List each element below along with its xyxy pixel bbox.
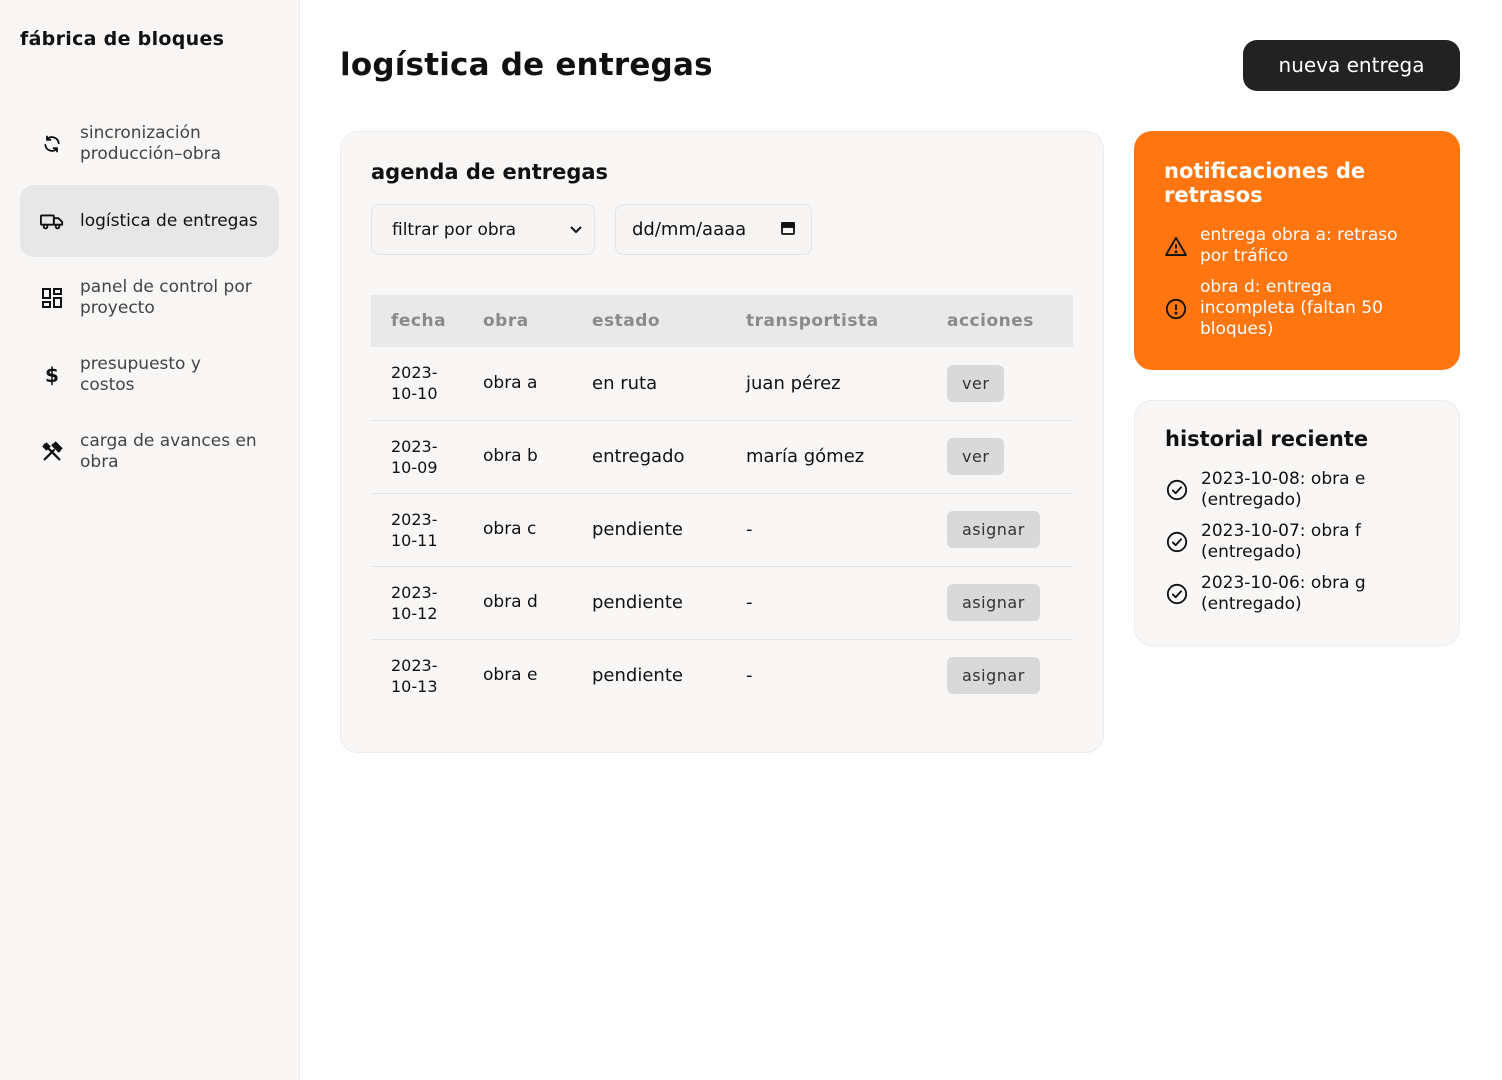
filter-obra-value: filtrar por obra (392, 219, 517, 240)
cell-fecha: 2023-10-11 (371, 493, 477, 567)
delay-notifications-card: notificaciones de retrasos entrega obra … (1134, 131, 1460, 370)
chevron-down-icon (570, 222, 582, 238)
col-acciones: acciones (947, 311, 1034, 331)
sync-icon (40, 132, 64, 156)
cell-transportista: - (746, 665, 753, 687)
history-item: 2023-10-08: obra e (entregado) (1165, 469, 1429, 511)
cell-acciones: asignar (927, 493, 1073, 567)
new-delivery-button[interactable]: nueva entrega (1243, 39, 1460, 91)
assign-button[interactable]: asignar (947, 657, 1040, 695)
assign-button[interactable]: asignar (947, 511, 1040, 548)
col-obra: obra (483, 311, 529, 331)
cell-fecha: 2023-10-13 (391, 655, 438, 696)
filters: filtrar por obra dd/mm/aaaa (371, 204, 1073, 255)
col-transportista: transportista (746, 311, 879, 331)
tools-icon (40, 440, 64, 464)
table-row: 2023-10-09 obra b entregado maría gómez … (371, 420, 1073, 494)
cell-transportista: maría gómez (726, 420, 927, 494)
alert-circle-icon (1164, 297, 1188, 321)
cell-estado: entregado (572, 420, 726, 494)
cell-obra: obra a (477, 347, 572, 421)
cell-fecha: 2023-10-09 (371, 420, 477, 494)
notifications-title: notificaciones de retrasos (1164, 159, 1366, 207)
col-fecha: fecha (391, 311, 447, 331)
filter-obra-select[interactable]: filtrar por obra (371, 204, 595, 255)
sidebar-item-avances[interactable]: carga de avances en obra (20, 416, 279, 488)
cell-acciones: ver (927, 420, 1073, 494)
history-item: 2023-10-07: obra f (entregado) (1165, 521, 1429, 563)
view-button[interactable]: ver (947, 438, 1005, 475)
recent-history-card: historial reciente 2023-10-08: obra e (e… (1134, 400, 1460, 646)
cell-transportista: juan pérez (726, 347, 927, 421)
sidebar: fábrica de bloques sincronización produc… (0, 0, 300, 1080)
history-text: 2023-10-06: obra g (entregado) (1201, 573, 1366, 614)
notification-text: obra d: entrega incompleta (faltan 50 bl… (1200, 277, 1383, 339)
sidebar-item-presupuesto[interactable]: $ presupuesto y costos (20, 339, 279, 411)
calendar-icon (781, 219, 795, 240)
cell-transportista: - (726, 566, 927, 640)
dollar-icon: $ (45, 363, 59, 387)
cell-estado: pendiente (592, 665, 683, 687)
page-title: logística de entregas (340, 47, 713, 83)
table-header-row: fecha obra estado transportista acciones (371, 295, 1073, 347)
history-item: 2023-10-06: obra g (entregado) (1165, 573, 1429, 615)
notification-text: entrega obra a: retraso por tráfico (1200, 225, 1398, 266)
page-header: logística de entregas nueva entrega (340, 39, 1460, 91)
cell-estado: pendiente (572, 566, 726, 640)
cell-obra: obra c (477, 493, 572, 567)
cell-estado: pendiente (572, 493, 726, 567)
brand-logo: fábrica de bloques (20, 28, 225, 50)
history-title: historial reciente (1165, 427, 1369, 451)
deliveries-table: fecha obra estado transportista acciones… (371, 295, 1073, 712)
history-text: 2023-10-08: obra e (entregado) (1201, 469, 1366, 510)
cell-obra: obra b (477, 420, 572, 494)
check-circle-icon (1165, 478, 1189, 502)
cell-fecha: 2023-10-12 (371, 566, 477, 640)
sidebar-item-logistica[interactable]: logística de entregas (20, 185, 279, 257)
assign-button[interactable]: asignar (947, 584, 1040, 621)
sidebar-item-label: presupuesto y costos (80, 354, 201, 395)
cell-acciones: asignar (927, 566, 1073, 640)
cell-obra: obra d (477, 566, 572, 640)
right-column: notificaciones de retrasos entrega obra … (1134, 131, 1460, 646)
sidebar-item-panel[interactable]: panel de control por proyecto (20, 262, 279, 334)
main-content: logística de entregas nueva entrega agen… (300, 0, 1502, 1080)
cell-transportista: - (726, 493, 927, 567)
sidebar-item-label: panel de control por proyecto (80, 277, 252, 318)
cell-estado: en ruta (572, 347, 726, 421)
cell-acciones: ver (927, 347, 1073, 421)
sidebar-item-label: carga de avances en obra (80, 431, 257, 472)
table-row: 2023-10-10 obra a en ruta juan pérez ver (371, 347, 1073, 421)
table-row: 2023-10-11 obra c pendiente - asignar (371, 493, 1073, 567)
agenda-card: agenda de entregas filtrar por obra dd/m… (340, 131, 1104, 753)
table-row: 2023-10-12 obra d pendiente - asignar (371, 566, 1073, 640)
view-button[interactable]: ver (947, 364, 1005, 402)
notification-item: obra d: entrega incompleta (faltan 50 bl… (1164, 277, 1430, 340)
history-list: 2023-10-08: obra e (entregado) 2023-10-0… (1165, 469, 1429, 615)
col-estado: estado (592, 311, 661, 331)
sidebar-item-sincronizacion[interactable]: sincronización producción–obra (20, 108, 279, 180)
warning-icon (1164, 234, 1188, 258)
notifications-list: entrega obra a: retraso por tráfico obra… (1164, 225, 1430, 340)
truck-icon (40, 209, 64, 233)
cell-fecha: 2023-10-10 (371, 347, 477, 421)
check-circle-icon (1165, 582, 1189, 606)
notification-item: entrega obra a: retraso por tráfico (1164, 225, 1430, 267)
check-circle-icon (1165, 530, 1189, 554)
sidebar-item-label: logística de entregas (80, 210, 258, 231)
history-text: 2023-10-07: obra f (entregado) (1201, 521, 1361, 562)
agenda-title: agenda de entregas (371, 160, 609, 184)
sidebar-item-label: sincronización producción–obra (80, 123, 222, 164)
dashboard-icon (40, 286, 64, 310)
date-input[interactable]: dd/mm/aaaa (615, 204, 812, 255)
cell-obra: obra e (483, 665, 538, 686)
date-placeholder: dd/mm/aaaa (632, 219, 747, 240)
cell-acciones: asignar (927, 639, 1073, 712)
sidebar-nav: sincronización producción–obra logística… (20, 108, 279, 488)
table-row: 2023-10-13 obra e pendiente - asignar (371, 639, 1073, 712)
